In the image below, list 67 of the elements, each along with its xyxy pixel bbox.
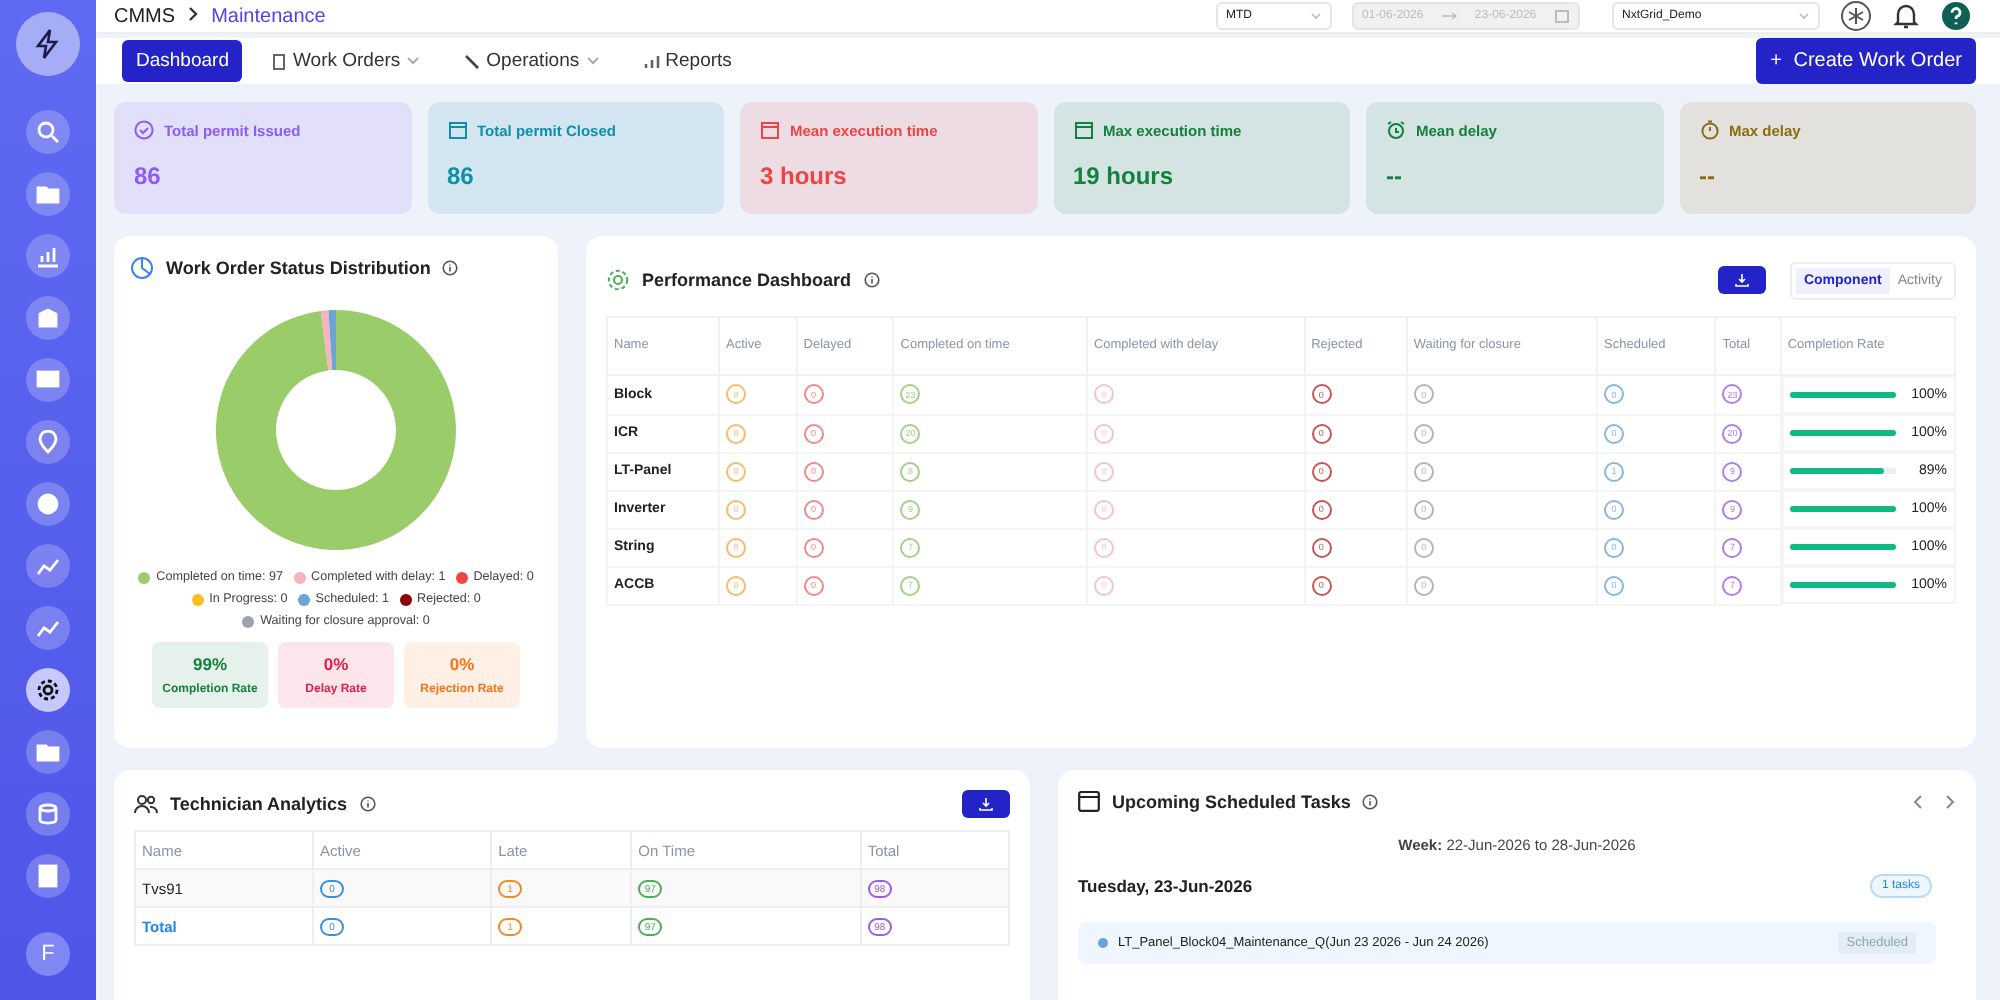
calendar-icon (1078, 790, 1100, 812)
info-icon[interactable] (359, 796, 376, 812)
caret-icon (1798, 12, 1810, 20)
trend-icon[interactable] (26, 606, 70, 650)
folder-icon[interactable] (26, 730, 70, 774)
nav-tab[interactable]: Dashboard (122, 40, 243, 82)
stat-value: 19 hours (1073, 162, 1176, 190)
panel-title: Work Order Status Distribution (166, 258, 431, 278)
stat-value: -- (1699, 162, 1717, 190)
download-icon (1733, 272, 1750, 288)
calendar-icon (1553, 8, 1570, 24)
pin-icon[interactable] (26, 420, 70, 464)
completion-bar (1789, 392, 1895, 398)
completion-bar (1789, 544, 1895, 550)
rate-value: 99% (192, 654, 227, 674)
stopwatch-icon (1699, 120, 1719, 140)
download-button[interactable] (1717, 266, 1766, 294)
completion-bar (1789, 582, 1895, 588)
search-icon[interactable] (26, 110, 70, 154)
download-icon (978, 796, 994, 812)
completion-bar (1789, 430, 1895, 436)
trend-icon[interactable] (26, 544, 70, 588)
gear-icon (606, 268, 630, 292)
task-dot (1098, 938, 1108, 948)
notification-icon[interactable] (1892, 0, 1920, 32)
stat-value: 86 (447, 162, 476, 190)
check-circle-icon (134, 120, 154, 140)
chart-icon[interactable] (26, 234, 70, 278)
bolt-logo-icon (16, 12, 80, 76)
nav-tab[interactable]: Reports (629, 40, 746, 82)
pie-chart-icon (130, 256, 154, 280)
people-icon (134, 794, 158, 814)
completion-bar (1789, 468, 1895, 474)
nav-tab[interactable]: Operations (450, 40, 614, 82)
help-icon[interactable] (1940, 0, 1972, 32)
panel-title: Upcoming Scheduled Tasks (1112, 791, 1351, 811)
alarm-clock-icon (1386, 120, 1406, 140)
nav-tab[interactable]: Work Orders (258, 40, 435, 82)
stat-value: 86 (134, 162, 163, 190)
database-icon[interactable] (26, 792, 70, 836)
folder-icon[interactable] (26, 172, 70, 216)
panel-title: Technician Analytics (170, 794, 348, 814)
info-icon[interactable] (442, 260, 459, 276)
info-icon[interactable] (863, 272, 880, 288)
stat-value: 3 hours (760, 162, 849, 190)
rate-value: 0% (323, 654, 349, 674)
create-work-order-button[interactable]: + Create Work Order (1756, 38, 1976, 84)
bar-chart-icon (643, 53, 660, 69)
info-icon[interactable] (1362, 793, 1379, 809)
settings-icon[interactable] (1840, 0, 1872, 32)
gear-icon[interactable] (26, 668, 70, 712)
calendar-icon (447, 120, 467, 140)
stat-value: -- (1386, 162, 1404, 190)
caret-icon (1310, 12, 1322, 20)
panel-title: Performance Dashboard (642, 270, 852, 290)
calendar-icon (1073, 120, 1093, 140)
previous-icon[interactable] (1912, 793, 1924, 809)
next-icon[interactable] (1944, 793, 1956, 809)
rate-value: 0% (449, 654, 475, 674)
breadcrumb-item[interactable]: Maintenance (211, 5, 326, 27)
download-button[interactable] (962, 790, 1010, 818)
calendar-icon (760, 120, 780, 140)
breadcrumb-item[interactable]: CMMS (114, 5, 176, 27)
document-icon (272, 53, 287, 69)
day-heading: Tuesday, 23-Jun-2026 (1078, 876, 1253, 896)
completion-bar (1789, 506, 1895, 512)
arrow-icon (1441, 12, 1458, 20)
